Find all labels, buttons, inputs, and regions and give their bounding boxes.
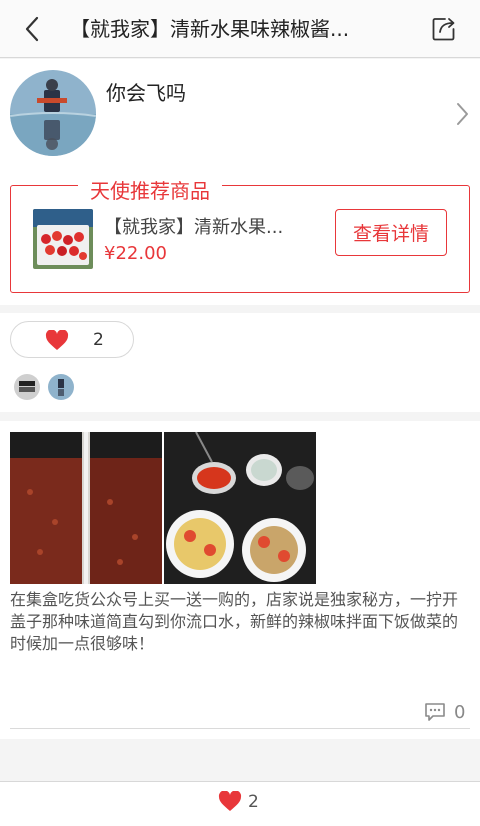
page-title: 【就我家】清新水果味辣椒酱... [70, 17, 350, 41]
username[interactable]: 你会飞吗 [106, 77, 186, 106]
liker-avatar[interactable] [14, 374, 40, 400]
footer-like-count: 2 [248, 791, 259, 812]
product-thumbnail[interactable] [33, 209, 93, 269]
likes-section: 2 [0, 313, 480, 412]
like-count: 2 [93, 330, 104, 350]
heart-icon [218, 791, 242, 811]
like-button[interactable]: 2 [10, 321, 134, 358]
share-button[interactable] [428, 13, 460, 45]
back-arrow-icon [25, 16, 39, 42]
top-bar: 【就我家】清新水果味辣椒酱... [0, 0, 480, 58]
avatar[interactable] [10, 70, 96, 156]
bottom-bar: 2 [0, 781, 480, 826]
comment-count: 0 [454, 701, 466, 723]
post-image[interactable] [10, 432, 162, 584]
comment-icon [425, 703, 445, 721]
liker-avatar[interactable] [48, 374, 74, 400]
back-button[interactable] [14, 13, 50, 45]
view-details-button[interactable]: 查看详情 [335, 209, 447, 256]
chevron-right-icon[interactable] [452, 99, 472, 129]
divider [10, 728, 470, 729]
heart-icon [45, 330, 69, 350]
recommended-product-price: ¥22.00 [104, 243, 167, 264]
post-text: 在集盒吃货公众号上买一送一购的，店家说是独家秘方，一拧开盖子那种味道简直勾到你流… [10, 590, 459, 653]
comment-button[interactable]: 0 [424, 700, 472, 724]
recommendation-title: 天使推荐商品 [78, 178, 222, 204]
footer-like-button[interactable]: 2 [218, 791, 259, 812]
recommended-product-name[interactable]: 【就我家】清新水果... [104, 213, 314, 239]
post-card: 在集盒吃货公众号上买一送一购的，店家说是独家秘方，一拧开盖子那种味道简直勾到你流… [0, 421, 480, 739]
user-profile-row[interactable]: 你会飞吗 [0, 59, 480, 171]
post-image[interactable] [164, 432, 316, 584]
share-icon [432, 18, 455, 41]
